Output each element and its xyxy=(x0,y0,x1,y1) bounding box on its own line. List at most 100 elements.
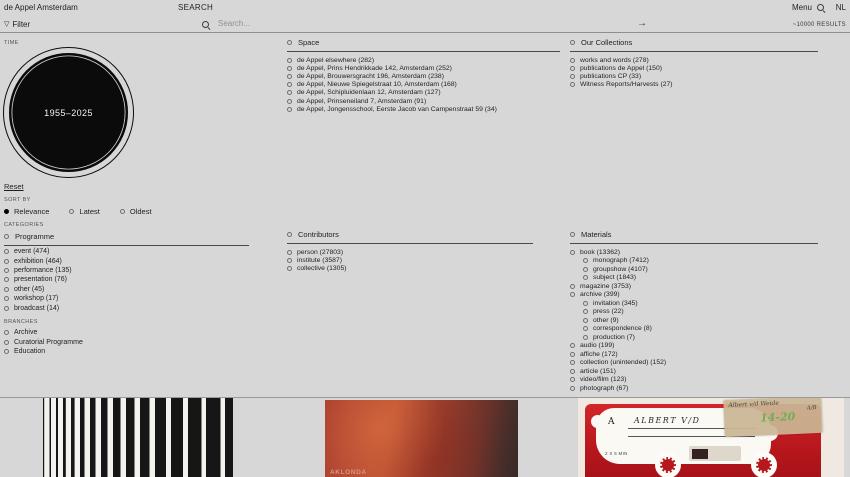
filter-toggle[interactable]: ▽ Filter xyxy=(4,20,30,29)
filter-option[interactable]: publications CP (33) xyxy=(570,72,818,80)
filter-option[interactable]: production (7) xyxy=(583,333,818,342)
filter-option[interactable]: groupshow (4107) xyxy=(583,265,818,274)
filter-option-label: correspondence (8) xyxy=(593,325,652,332)
language-toggle[interactable]: NL xyxy=(836,3,846,12)
filter-option[interactable]: Archive xyxy=(4,328,83,337)
radio-icon xyxy=(4,277,9,282)
filter-option[interactable]: audio (199) xyxy=(570,342,818,351)
radio-icon xyxy=(570,66,575,71)
filter-option-label: exhibition (464) xyxy=(14,258,62,265)
sort-option[interactable]: Oldest xyxy=(120,207,152,215)
sort-option[interactable]: Latest xyxy=(69,207,99,215)
result-thumbnail-poster[interactable]: AKLONDA xyxy=(325,400,518,477)
time-range-dial-disc: 1955–2025 xyxy=(9,53,128,172)
filter-option[interactable]: invitation (345) xyxy=(583,299,818,308)
collections-filter-header[interactable]: Our Collections xyxy=(570,38,818,52)
sticker-number-handwriting: 14-20 xyxy=(760,410,796,425)
time-range-dial[interactable]: 1955–2025 xyxy=(3,47,134,178)
filter-option[interactable]: exhibition (464) xyxy=(4,256,72,265)
materials-filter-header[interactable]: Materials xyxy=(570,230,818,244)
filter-option[interactable]: publications de Appel (150) xyxy=(570,64,818,72)
filter-option[interactable]: de Appel, Prins Hendrikkade 142, Amsterd… xyxy=(287,64,560,72)
radio-icon xyxy=(287,74,292,79)
filter-option-label: affiche (172) xyxy=(580,351,618,358)
radio-icon xyxy=(570,292,575,297)
filter-option[interactable]: de Appel, Jongensschool, Eerste Jacob va… xyxy=(287,105,560,113)
filter-option[interactable]: monograph (7412) xyxy=(583,257,818,266)
filter-option[interactable]: article (151) xyxy=(570,367,818,376)
filter-option[interactable]: de Appel, Prinseneiland 7, Amsterdam (91… xyxy=(287,97,560,105)
filter-option[interactable]: subject (1843) xyxy=(583,274,818,283)
filter-option[interactable]: correspondence (8) xyxy=(583,325,818,334)
cassette-spool-right xyxy=(751,452,777,477)
filter-option[interactable]: works and words (278) xyxy=(570,56,818,64)
filter-option[interactable]: Curatorial Programme xyxy=(4,337,83,346)
radio-icon xyxy=(287,266,292,271)
filter-option[interactable]: workshop (17) xyxy=(4,294,72,303)
filter-option[interactable]: presentation (76) xyxy=(4,275,72,284)
filter-option[interactable]: de Appel, Brouwersgracht 196, Amsterdam … xyxy=(287,72,560,80)
filter-option[interactable]: event (474) xyxy=(4,247,72,256)
filter-label: Filter xyxy=(12,20,30,29)
filter-option-label: collective (1305) xyxy=(297,265,347,272)
filter-option-label: photograph (67) xyxy=(580,385,628,392)
filter-option[interactable]: other (45) xyxy=(4,285,72,294)
filter-option[interactable]: other (9) xyxy=(583,316,818,325)
search-icon[interactable] xyxy=(817,4,826,13)
brand[interactable]: de Appel Amsterdam xyxy=(4,3,78,12)
filter-option-label: person (27803) xyxy=(297,249,343,256)
search-submit-arrow[interactable]: → xyxy=(637,18,647,29)
filter-option[interactable]: de Appel elsewhere (282) xyxy=(287,56,560,64)
filter-option-label: de Appel, Brouwersgracht 196, Amsterdam … xyxy=(297,73,444,80)
filter-option-label: production (7) xyxy=(593,334,635,341)
radio-icon xyxy=(570,360,575,365)
filter-option-label: video/film (123) xyxy=(580,376,626,383)
filter-option[interactable]: photograph (67) xyxy=(570,384,818,393)
filter-option-label: archive (399) xyxy=(580,291,620,298)
filter-option[interactable]: institute (3587) xyxy=(287,256,533,264)
radio-icon xyxy=(287,107,292,112)
radio-icon xyxy=(583,318,588,323)
filter-option[interactable]: Witness Reports/Harvests (27) xyxy=(570,81,818,89)
radio-icon xyxy=(4,259,9,264)
filter-option[interactable]: Education xyxy=(4,347,83,356)
filter-option[interactable]: broadcast (14) xyxy=(4,303,72,312)
filter-option[interactable]: affiche (172) xyxy=(570,350,818,359)
result-thumbnail-stripes[interactable] xyxy=(43,398,233,477)
reset-button[interactable]: Reset xyxy=(4,182,24,191)
result-thumbnail-cassette[interactable]: A ALBERT V/D 2 X 5 MIN Albert v/d Weide … xyxy=(578,398,844,477)
filter-option[interactable]: performance (135) xyxy=(4,266,72,275)
radio-icon xyxy=(570,352,575,357)
filter-option[interactable]: magazine (3753) xyxy=(570,282,818,291)
radio-icon xyxy=(583,335,588,340)
filter-option-label: invitation (345) xyxy=(593,300,638,307)
filter-option[interactable]: press (22) xyxy=(583,308,818,317)
page-title: SEARCH xyxy=(178,3,213,12)
radio-icon xyxy=(120,209,125,214)
collections-header-label: Our Collections xyxy=(581,38,632,47)
sort-section-label: SORT BY xyxy=(4,197,31,203)
filter-option-label: magazine (3753) xyxy=(580,283,631,290)
branches-list: Archive Curatorial Programme Education xyxy=(4,328,83,356)
contributors-filter-header[interactable]: Contributors xyxy=(287,230,533,244)
menu-button[interactable]: Menu xyxy=(792,3,812,12)
sort-option-label: Oldest xyxy=(130,207,152,216)
filter-option[interactable]: archive (399) xyxy=(570,291,818,300)
radio-icon xyxy=(570,250,575,255)
filter-option[interactable]: collection (unintended) (152) xyxy=(570,359,818,368)
filter-option-label: article (151) xyxy=(580,368,616,375)
programme-filter-header[interactable]: Programme xyxy=(4,232,249,246)
filter-option[interactable]: collective (1305) xyxy=(287,264,533,272)
search-input[interactable] xyxy=(218,19,368,28)
filter-option[interactable]: video/film (123) xyxy=(570,376,818,385)
space-filter-header[interactable]: Space xyxy=(287,38,560,52)
filter-option[interactable]: book (13362) xyxy=(570,248,818,257)
radio-icon xyxy=(570,377,575,382)
filter-option[interactable]: person (27803) xyxy=(287,248,533,256)
filter-option[interactable]: de Appel, Nieuwe Spiegelstraat 10, Amste… xyxy=(287,81,560,89)
results-count: ~10000 RESULTS xyxy=(793,22,846,28)
sort-option[interactable]: Relevance xyxy=(4,207,49,215)
radio-icon xyxy=(287,99,292,104)
filter-option[interactable]: de Appel, Schipluidenlaan 12, Amsterdam … xyxy=(287,89,560,97)
radio-icon xyxy=(4,349,9,354)
